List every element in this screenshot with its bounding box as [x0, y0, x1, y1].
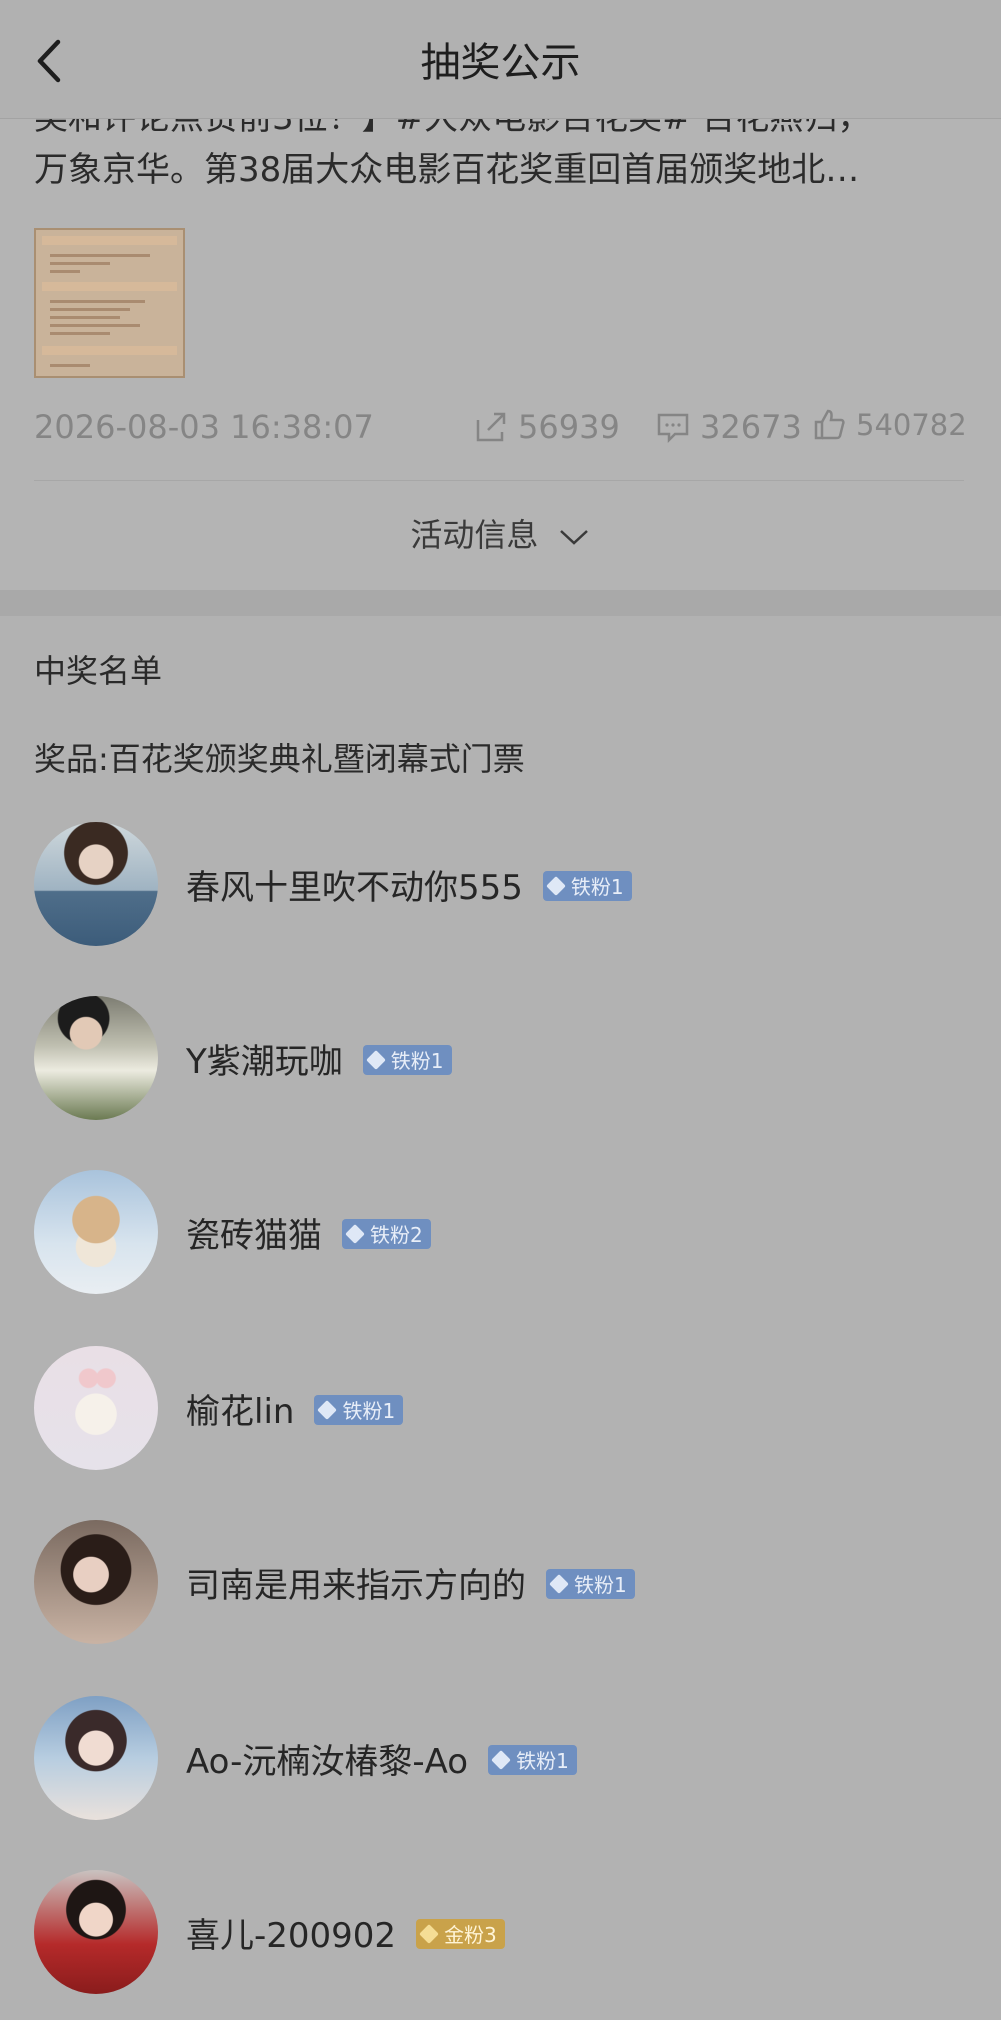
- diamond-icon: [365, 1049, 386, 1070]
- share-stat[interactable]: 56939: [474, 408, 620, 446]
- winners-section-title: 中奖名单: [34, 652, 163, 690]
- winner-name[interactable]: Y紫潮玩咖: [186, 1042, 343, 1082]
- page-title: 抽奖公示: [420, 40, 581, 86]
- winner-item[interactable]: 司南是用来指示方向的 铁粉1: [34, 1520, 974, 1646]
- post-meta: 2026-08-03 16:38:07 56939 32673 540782: [34, 404, 967, 454]
- winner-item[interactable]: 喜儿-200902 金粉3: [34, 1870, 974, 1996]
- winner-name[interactable]: Ao-沅楠汝椿黎-Ao: [186, 1742, 468, 1782]
- fan-badge: 铁粉1: [542, 870, 632, 901]
- avatar[interactable]: [34, 1520, 158, 1644]
- diamond-icon: [419, 1923, 439, 1944]
- fan-badge-label: 铁粉1: [342, 1399, 396, 1423]
- avatar[interactable]: [34, 996, 158, 1120]
- winner-name[interactable]: 喜儿-200902: [186, 1916, 396, 1956]
- avatar[interactable]: [34, 1696, 158, 1820]
- activity-info-label: 活动信息: [410, 516, 539, 554]
- fan-badge-label: 铁粉2: [370, 1223, 423, 1247]
- fan-badge: 铁粉1: [314, 1394, 404, 1425]
- winner-name[interactable]: 瓷砖猫猫: [186, 1216, 322, 1256]
- like-stat[interactable]: 540782: [812, 408, 967, 442]
- share-icon: [476, 412, 506, 442]
- chevron-down-icon: [559, 530, 588, 545]
- fan-badge-label: 金粉3: [444, 1923, 497, 1947]
- divider: [34, 480, 964, 481]
- prize-label: 奖品:百花奖颁奖典礼暨闭幕式门票: [34, 740, 525, 778]
- winner-item[interactable]: 瓷砖猫猫 铁粉2: [34, 1170, 974, 1296]
- comment-stat[interactable]: 32673: [656, 408, 802, 446]
- post-text-line-2: 万象京华。第38届大众电影百花奖重回首届颁奖地北…: [34, 150, 860, 190]
- winner-item[interactable]: 榆花lin 铁粉1: [34, 1346, 974, 1472]
- fan-badge-label: 铁粉1: [390, 1049, 444, 1073]
- avatar[interactable]: [34, 1170, 158, 1294]
- avatar[interactable]: [34, 1870, 158, 1994]
- comment-count: 32673: [700, 408, 802, 446]
- comment-icon: [657, 413, 689, 444]
- top-bar: 抽奖公示: [0, 0, 1001, 119]
- diamond-icon: [345, 1223, 365, 1244]
- avatar[interactable]: [34, 1346, 158, 1470]
- like-count: 540782: [856, 408, 967, 442]
- winner-item[interactable]: Ao-沅楠汝椿黎-Ao 铁粉1: [34, 1696, 974, 1822]
- diamond-icon: [549, 1573, 569, 1594]
- diamond-icon: [491, 1749, 511, 1770]
- winner-name[interactable]: 榆花lin: [186, 1392, 294, 1432]
- fan-badge-label: 铁粉1: [574, 1573, 627, 1597]
- post-image-thumbnail[interactable]: [34, 228, 185, 378]
- post-datetime: 2026-08-03 16:38:07: [34, 408, 374, 446]
- fan-badge-label: 铁粉1: [516, 1749, 569, 1773]
- winner-name[interactable]: 司南是用来指示方向的: [186, 1566, 526, 1606]
- fan-badge-label: 铁粉1: [570, 875, 624, 899]
- winners-section: 中奖名单 奖品:百花奖颁奖典礼暨闭幕式门票 春风十里吹不动你555 铁粉1 Y紫潮…: [0, 616, 1001, 2020]
- fan-badge: 铁粉1: [362, 1044, 452, 1075]
- section-separator: [0, 590, 1001, 616]
- winner-item[interactable]: Y紫潮玩咖 铁粉1: [34, 996, 974, 1122]
- winner-name[interactable]: 春风十里吹不动你555: [186, 868, 523, 908]
- fan-badge: 铁粉2: [342, 1218, 431, 1249]
- activity-info-toggle[interactable]: 活动信息: [0, 510, 1001, 556]
- winner-item[interactable]: 春风十里吹不动你555 铁粉1: [34, 822, 974, 948]
- fan-badge: 铁粉1: [546, 1568, 635, 1599]
- avatar[interactable]: [34, 822, 158, 946]
- fan-badge: 金粉3: [416, 1918, 505, 1949]
- thumbs-up-icon: [814, 409, 845, 440]
- diamond-icon: [317, 1399, 338, 1420]
- share-count: 56939: [518, 408, 620, 446]
- diamond-icon: [546, 875, 566, 896]
- fan-badge: 铁粉1: [488, 1744, 577, 1775]
